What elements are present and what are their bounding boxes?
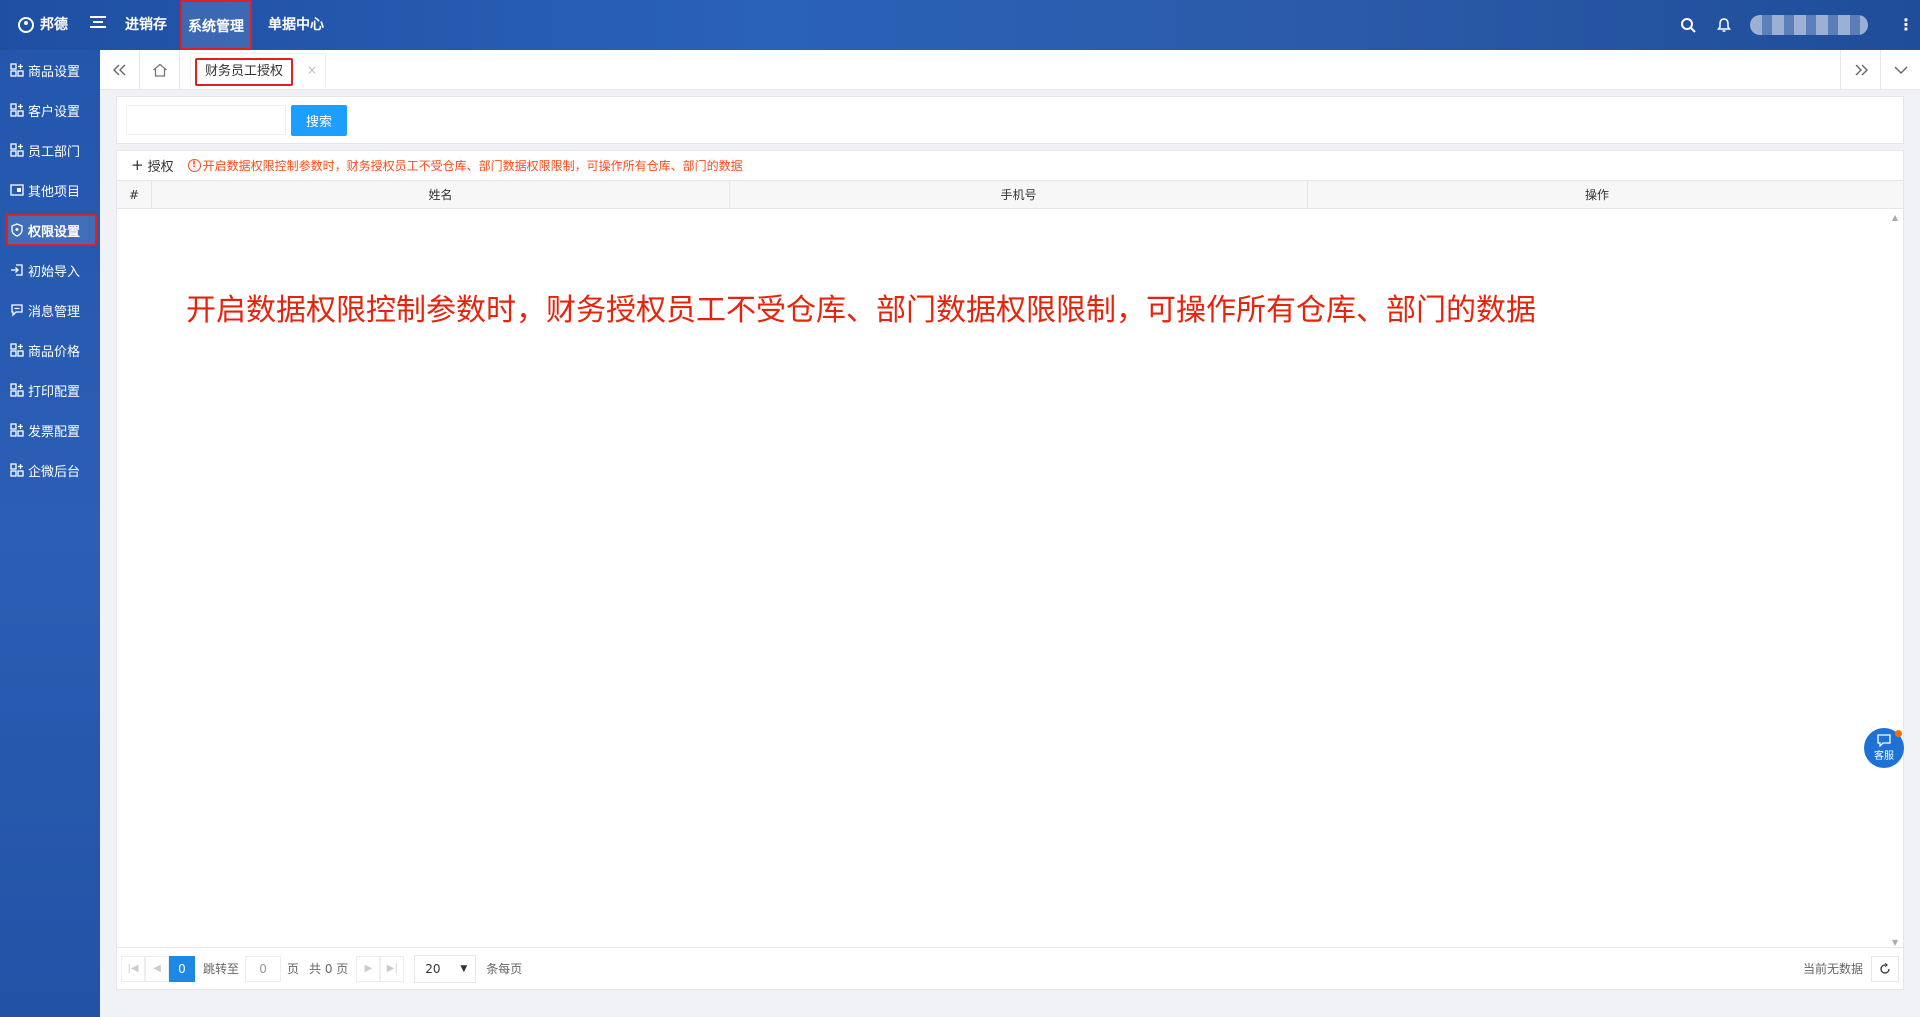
message-icon [10, 303, 24, 317]
tab-finance-staff-auth[interactable]: 财务员工授权 × [190, 53, 326, 87]
sidebar-item-customer-settings[interactable]: 客户设置 [0, 90, 100, 130]
top-bar: 邦德 进销存 系统管理 单据中心 ⋮ [0, 0, 1920, 50]
brand[interactable]: 邦德 [18, 0, 68, 50]
annotation-text: 开启数据权限控制参数时，财务授权员工不受仓库、部门数据权限限制，可操作所有仓库、… [186, 293, 1536, 328]
chevron-down-icon[interactable] [1880, 50, 1920, 90]
sidebar-item-staff-department[interactable]: 员工部门 [0, 130, 100, 170]
menu-toggle-icon[interactable] [90, 0, 106, 50]
plus-icon: + [131, 156, 144, 174]
staff-table: + 授权 ! 开启数据权限控制参数时，财务授权员工不受仓库、部门数据权限限制，可… [116, 150, 1904, 990]
current-page[interactable]: 0 [169, 955, 195, 982]
close-icon[interactable]: × [307, 63, 317, 77]
chat-icon [1877, 734, 1891, 747]
nav-jinxiaocun[interactable]: 进销存 [125, 0, 167, 50]
column-name[interactable]: 姓名 [152, 181, 730, 209]
tab-label: 财务员工授权 [195, 58, 294, 86]
pagination: |◀ ◀ 0 跳转至 0 页 共 0 页 ▶ ▶| 20 ▼ 条每页 当前无数据 [117, 947, 1903, 989]
last-page-icon[interactable]: ▶| [380, 955, 405, 982]
sidebar-item-label: 打印配置 [28, 384, 81, 400]
grid-plus-icon [10, 143, 24, 157]
per-page-label: 条每页 [486, 962, 523, 976]
vertical-scrollbar[interactable]: ▲ ▼ [1889, 209, 1903, 949]
jump-page-input[interactable]: 0 [245, 955, 282, 982]
sidebar-item-message-management[interactable]: 消息管理 [0, 290, 100, 330]
nav-system-management[interactable]: 系统管理 [180, 0, 252, 50]
grid-plus-icon [10, 383, 24, 397]
first-page-icon[interactable]: |◀ [121, 955, 145, 982]
column-phone[interactable]: 手机号 [730, 181, 1308, 209]
sidebar-item-label: 消息管理 [28, 304, 81, 320]
warning-circle-icon: ! [187, 159, 201, 172]
double-chevron-left-icon[interactable] [100, 50, 140, 90]
sidebar-item-permission-settings[interactable]: 权限设置 [0, 210, 100, 250]
page-label: 页 [287, 962, 300, 976]
grant-button[interactable]: + 授权 [131, 156, 174, 176]
sidebar-item-label: 员工部门 [28, 144, 81, 160]
sidebar: 商品设置 客户设置 员工部门 其他项目 权限设置 初始导入 消息管理 商品价格 … [0, 50, 100, 1017]
kefu-label: 客服 [1874, 751, 1894, 762]
sidebar-item-label: 企微后台 [28, 464, 81, 480]
next-page-icon[interactable]: ▶ [356, 955, 381, 982]
sidebar-item-label: 发票配置 [28, 424, 81, 440]
sidebar-item-label: 权限设置 [28, 224, 81, 240]
customer-service-button[interactable]: 客服 [1864, 728, 1904, 768]
scroll-up-icon[interactable]: ▲ [1892, 213, 1898, 222]
sidebar-item-label: 其他项目 [28, 184, 81, 200]
sidebar-item-print-config[interactable]: 打印配置 [0, 370, 100, 410]
refresh-icon[interactable] [1871, 956, 1899, 982]
nav-document-center[interactable]: 单据中心 [268, 0, 324, 50]
scroll-down-icon[interactable]: ▼ [1892, 938, 1898, 947]
jump-label: 跳转至 [203, 962, 240, 976]
sidebar-item-label: 客户设置 [28, 104, 81, 120]
page-size-select[interactable]: 20 ▼ [414, 954, 477, 983]
caret-down-icon: ▼ [460, 963, 468, 974]
bell-icon[interactable] [1714, 15, 1734, 35]
grid-plus-icon [10, 103, 24, 117]
table-header: # 姓名 手机号 操作 [117, 181, 1903, 209]
column-index[interactable]: # [117, 181, 152, 209]
footer-background [100, 992, 1920, 1017]
column-actions[interactable]: 操作 [1308, 181, 1886, 209]
sidebar-item-product-settings[interactable]: 商品设置 [0, 50, 100, 90]
notification-dot [1895, 730, 1902, 737]
brand-label: 邦德 [40, 17, 68, 33]
sidebar-item-label: 初始导入 [28, 264, 81, 280]
import-icon [10, 263, 24, 277]
sidebar-item-label: 商品价格 [28, 344, 81, 360]
double-chevron-right-icon[interactable] [1840, 50, 1880, 90]
sidebar-item-invoice-config[interactable]: 发票配置 [0, 410, 100, 450]
grid-plus-icon [10, 463, 24, 477]
prev-page-icon[interactable]: ◀ [145, 955, 169, 982]
search-input[interactable] [126, 105, 286, 135]
grid-plus-icon [10, 423, 24, 437]
grant-label: 授权 [147, 160, 174, 175]
search-button[interactable]: 搜索 [291, 105, 347, 136]
card-icon [10, 183, 24, 197]
search-icon[interactable] [1678, 15, 1698, 35]
notice-label: 开启数据权限控制参数时，财务授权员工不受仓库、部门数据权限限制，可操作所有仓库、… [202, 159, 743, 173]
table-toolbar: + 授权 ! 开启数据权限控制参数时，财务授权员工不受仓库、部门数据权限限制，可… [117, 151, 1903, 181]
sidebar-item-product-price[interactable]: 商品价格 [0, 330, 100, 370]
more-vertical-icon[interactable]: ⋮ [1898, 17, 1914, 33]
sidebar-item-label: 商品设置 [28, 64, 81, 80]
grid-plus-icon [10, 343, 24, 357]
user-account-blurred[interactable] [1750, 15, 1868, 35]
empty-status: 当前无数据 [1802, 962, 1863, 976]
grid-plus-icon [10, 63, 24, 77]
sidebar-item-wecom-admin[interactable]: 企微后台 [0, 450, 100, 490]
home-icon[interactable] [140, 50, 180, 90]
user-circle-icon [18, 17, 34, 33]
search-panel: 搜索 [116, 96, 1904, 144]
shield-icon [10, 223, 24, 237]
sidebar-item-other-items[interactable]: 其他项目 [0, 170, 100, 210]
total-pages: 共 0 页 [309, 962, 349, 976]
page-size-value: 20 [425, 961, 441, 976]
sidebar-item-initial-import[interactable]: 初始导入 [0, 250, 100, 290]
notice-text: ! 开启数据权限控制参数时，财务授权员工不受仓库、部门数据权限限制，可操作所有仓… [187, 157, 743, 174]
tab-bar: 财务员工授权 × [100, 50, 1920, 90]
